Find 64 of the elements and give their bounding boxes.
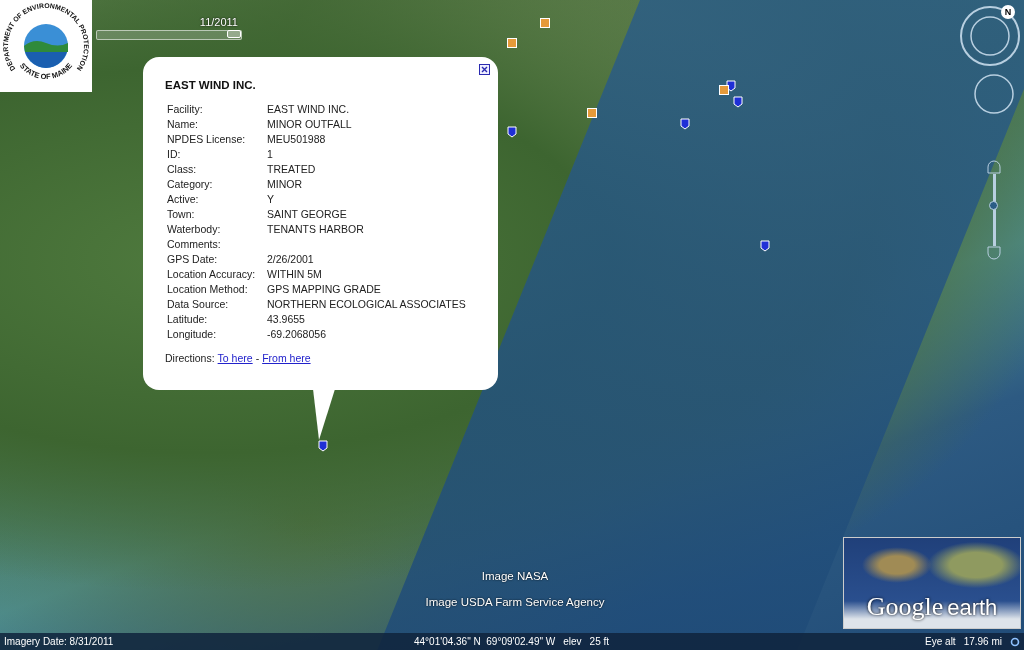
map-marker-icon[interactable] bbox=[733, 96, 743, 108]
square-marker-icon[interactable] bbox=[587, 108, 597, 118]
field-label: Name: bbox=[167, 118, 199, 130]
move-control[interactable] bbox=[972, 72, 1016, 116]
imagery-credit: Image USDA Farm Service Agency bbox=[425, 596, 605, 608]
product-logo-text: earth bbox=[947, 595, 998, 621]
close-icon[interactable] bbox=[479, 64, 490, 75]
pointer-coordinates: 44°01'04.36" N 69°09'02.49" W bbox=[414, 636, 556, 647]
field-label: NPDES License: bbox=[167, 133, 247, 145]
field-label: GPS Date: bbox=[167, 253, 219, 265]
elevation-value: 25 ft bbox=[589, 636, 610, 647]
field-label: ID: bbox=[167, 148, 182, 160]
balloon-title: EAST WIND INC. bbox=[165, 79, 257, 91]
field-label: Class: bbox=[167, 163, 198, 175]
field-value: EAST WIND INC. bbox=[267, 103, 351, 115]
square-marker-icon[interactable] bbox=[719, 85, 729, 95]
brand-logo-text: Google bbox=[866, 592, 944, 622]
imagery-date: Imagery Date: 8/31/2011 bbox=[4, 636, 115, 647]
directions-link[interactable]: To here bbox=[217, 352, 253, 364]
time-slider[interactable]: 11/2011 bbox=[96, 16, 242, 42]
field-value: NORTHERN ECOLOGICAL ASSOCIATES bbox=[267, 298, 467, 310]
field-label: Location Accuracy: bbox=[167, 268, 257, 280]
field-label: Category: bbox=[167, 178, 214, 190]
zoom-in-icon[interactable] bbox=[987, 160, 1001, 174]
timeline-date: 11/2011 bbox=[199, 16, 238, 28]
directions-link[interactable]: From here bbox=[262, 352, 311, 364]
field-label: Latitude: bbox=[167, 313, 209, 325]
zoom-slider-handle[interactable] bbox=[988, 201, 998, 211]
field-value: -69.2068056 bbox=[267, 328, 327, 340]
field-value: TENANTS HARBOR bbox=[267, 223, 365, 235]
field-label: Active: bbox=[167, 193, 200, 205]
field-value: 43.9655 bbox=[267, 313, 306, 325]
field-value: MEU501988 bbox=[267, 133, 327, 145]
elevation-label: elev bbox=[563, 636, 582, 647]
field-value: GPS MAPPING GRADE bbox=[267, 283, 382, 295]
field-label: Waterbody: bbox=[167, 223, 222, 235]
field-value: 2/26/2001 bbox=[267, 253, 315, 265]
eye-altitude-label: Eye alt bbox=[925, 636, 956, 647]
square-marker-icon[interactable] bbox=[507, 38, 517, 48]
field-value: SAINT GEORGE bbox=[267, 208, 348, 220]
map-marker-icon[interactable] bbox=[726, 80, 736, 92]
map-marker-icon[interactable] bbox=[318, 440, 328, 452]
map-marker-icon[interactable] bbox=[507, 126, 517, 138]
field-value: MINOR bbox=[267, 178, 303, 190]
field-value: 1 bbox=[267, 148, 274, 160]
field-label: Location Method: bbox=[167, 283, 249, 295]
field-value: MINOR OUTFALL bbox=[267, 118, 353, 130]
directions-label: Directions: bbox=[165, 352, 215, 364]
field-value: Y bbox=[267, 193, 275, 205]
imagery-credit: Image NASA bbox=[481, 570, 549, 582]
field-value: TREATED bbox=[267, 163, 317, 175]
map-marker-icon[interactable] bbox=[680, 118, 690, 130]
field-value: WITHIN 5M bbox=[267, 268, 323, 280]
field-label: Longitude: bbox=[167, 328, 218, 340]
field-label: Comments: bbox=[167, 238, 222, 250]
field-label: Data Source: bbox=[167, 298, 230, 310]
time-slider-handle[interactable] bbox=[227, 30, 241, 38]
field-label: Town: bbox=[167, 208, 196, 220]
eye-altitude-value: 17.96 mi bbox=[963, 636, 1002, 647]
link-separator: - bbox=[255, 352, 260, 364]
loading-ring-icon bbox=[1010, 636, 1020, 647]
map-marker-icon[interactable] bbox=[760, 240, 770, 252]
square-marker-icon[interactable] bbox=[540, 18, 550, 28]
field-label: Facility: bbox=[167, 103, 204, 115]
